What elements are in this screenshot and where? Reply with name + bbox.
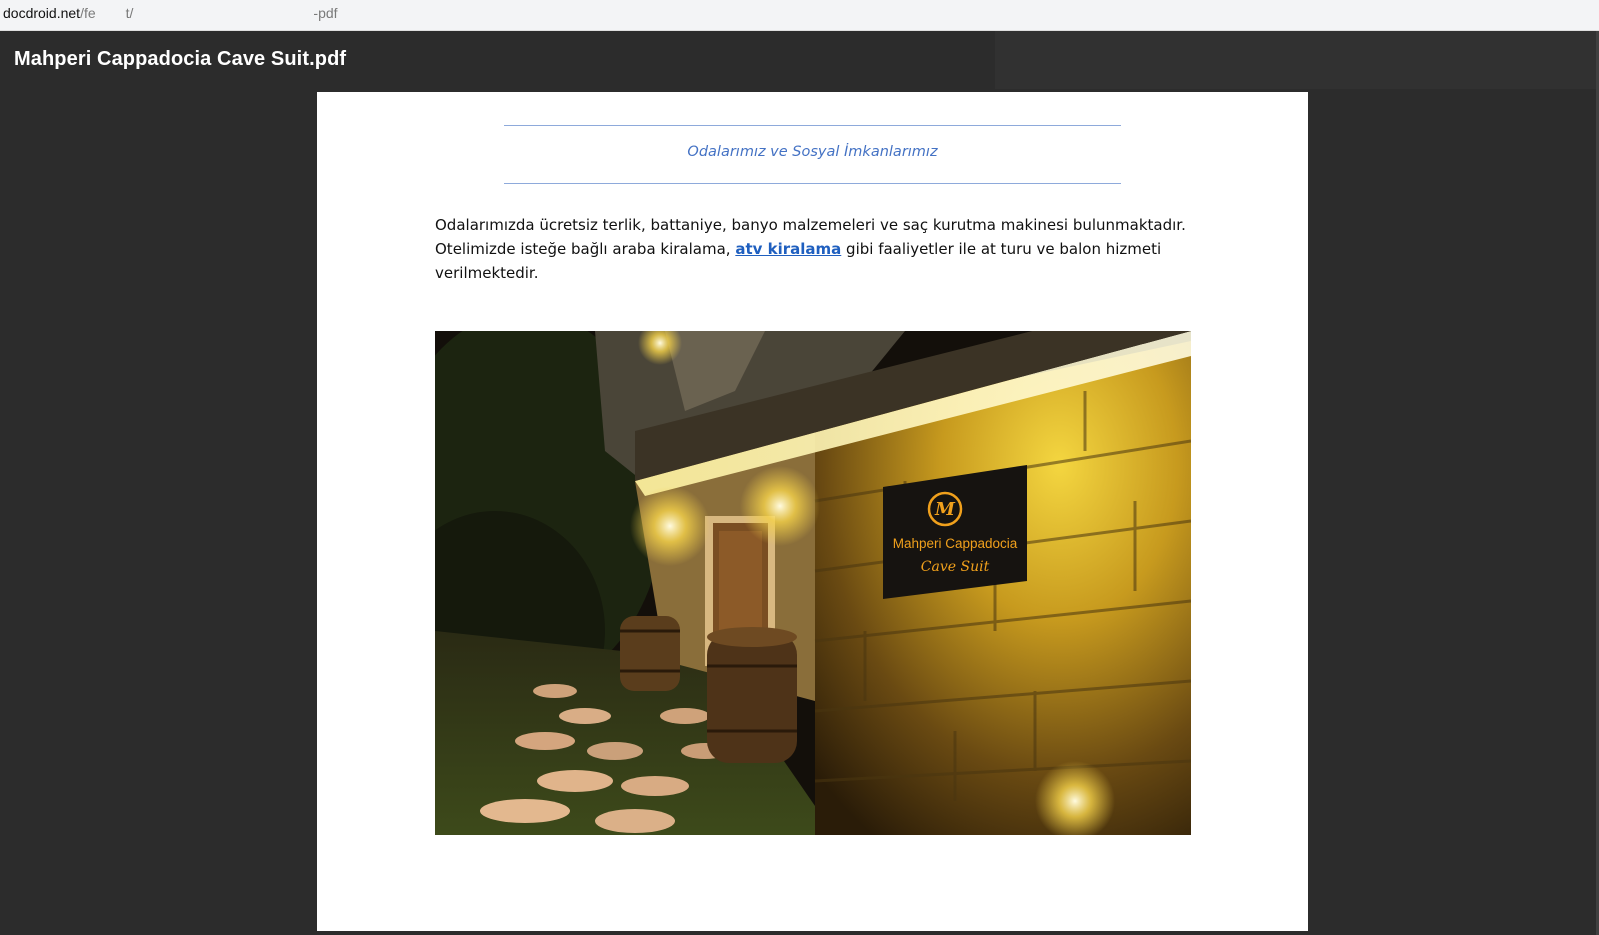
sign-line-1: Mahperi Cappadocia: [893, 536, 1018, 551]
url-path-1: /fe: [80, 5, 96, 21]
heading-rule-top: [504, 125, 1121, 126]
url-path-3: -pdf: [313, 5, 338, 21]
pdf-page: Odalarımız ve Sosyal İmkanlarımız Odalar…: [317, 92, 1308, 931]
hotel-sign: M Mahperi Cappadocia Cave Suit: [883, 465, 1027, 599]
section-heading: Odalarımız ve Sosyal İmkanlarımız: [687, 144, 938, 160]
sign-line-2: Cave Suit: [921, 559, 990, 575]
url-path-2: t/: [125, 5, 134, 21]
heading-rule-bottom: [504, 183, 1121, 184]
url-text[interactable]: docdroid.net/fe t/ -pdf: [3, 5, 338, 21]
atv-kiralama-link[interactable]: atv kiralama: [735, 240, 841, 258]
pdf-viewer: Mahperi Cappadocia Cave Suit.pdf Odaları…: [0, 31, 1599, 935]
document-title: Mahperi Cappadocia Cave Suit.pdf: [14, 48, 347, 70]
toolbar-area: [995, 31, 1599, 89]
sign-logo-letter: M: [934, 499, 956, 520]
address-bar[interactable]: docdroid.net/fe t/ -pdf: [0, 0, 1599, 31]
url-host: docdroid.net: [3, 5, 81, 21]
hotel-entrance-photo: M Mahperi Cappadocia Cave Suit: [435, 331, 1191, 835]
body-paragraph: Odalarımızda ücretsiz terlik, battaniye,…: [435, 213, 1195, 285]
